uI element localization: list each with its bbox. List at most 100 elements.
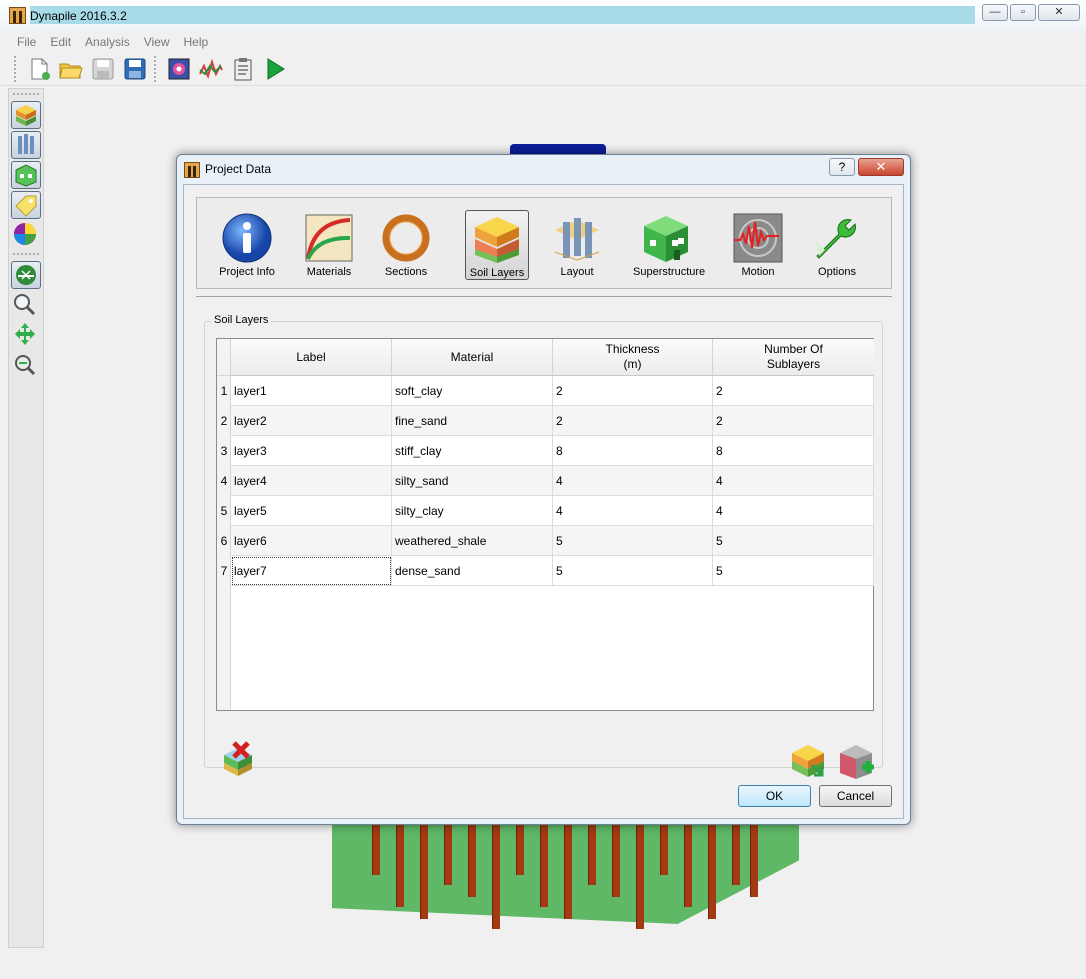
pile [444,825,452,885]
nav-label: Layout [560,266,594,278]
cell-material[interactable]: silty_sand [392,466,553,496]
nav-project-info[interactable]: Project Info [215,210,279,280]
results-plot-icon[interactable] [198,56,224,82]
project-data-dialog: Project Data ? ✕ Project Info Materials … [176,154,911,825]
nav-soil-layers[interactable]: Soil Layers [465,210,529,280]
close-dialog-button[interactable]: ✕ [858,158,904,176]
column-header-material[interactable]: Material [392,339,553,376]
menu-file[interactable]: File [10,32,43,52]
nav-options[interactable]: Options [805,210,869,280]
close-window-button[interactable]: ✕ [1038,4,1080,21]
help-button[interactable]: ? [829,158,855,176]
labels-view-button[interactable] [11,191,41,219]
cell-label[interactable]: layer5 [231,496,392,526]
header-line: Sublayers [766,357,821,371]
row-number[interactable]: 1 [217,376,231,406]
zoom-fit-button[interactable] [11,351,41,379]
color-wheel-button[interactable] [11,221,41,249]
cell-thickness[interactable]: 8 [553,436,713,466]
cell-sublayers[interactable]: 2 [713,406,874,436]
nav-superstructure[interactable]: Superstructure [633,210,705,280]
project-settings-icon[interactable] [166,56,192,82]
cell-material[interactable]: soft_clay [392,376,553,406]
minimize-button[interactable]: — [982,4,1008,21]
main-toolbar [0,52,1086,86]
color-wheel-icon [14,223,36,245]
cell-sublayers[interactable]: 2 [713,376,874,406]
menu-help[interactable]: Help [177,32,216,52]
new-file-icon[interactable] [26,56,52,82]
column-header-sublayers[interactable]: Number Of Sublayers [713,339,874,376]
open-folder-icon[interactable] [58,56,84,82]
column-header-label[interactable]: Label [231,339,392,376]
cell-sublayers[interactable]: 4 [713,496,874,526]
cell-label[interactable]: layer4 [231,466,392,496]
pile [420,825,428,919]
run-analysis-icon[interactable] [262,56,288,82]
move-arrows-icon [15,323,35,345]
column-header-thickness[interactable]: Thickness (m) [553,339,713,376]
save-as-icon[interactable] [122,56,148,82]
cell-material[interactable]: fine_sand [392,406,553,436]
pile [684,825,692,907]
soil-view-button[interactable] [11,101,41,129]
cell-thickness[interactable]: 5 [553,556,713,586]
pile [708,825,716,919]
cell-sublayers[interactable]: 5 [713,526,874,556]
cell-label[interactable]: layer7 [231,556,392,586]
cell-material[interactable]: stiff_clay [392,436,553,466]
pan-button[interactable] [11,321,41,349]
row-number[interactable]: 4 [217,466,231,496]
nav-label: Materials [306,266,352,278]
report-clipboard-icon[interactable] [230,56,256,82]
cell-thickness[interactable]: 2 [553,376,713,406]
cell-thickness[interactable]: 4 [553,496,713,526]
nav-materials[interactable]: Materials [297,210,361,280]
pile [732,825,740,885]
cell-sublayers[interactable]: 4 [713,466,874,496]
menu-analysis[interactable]: Analysis [78,32,137,52]
row-number[interactable]: 5 [217,496,231,526]
sidebar-grip [13,93,39,97]
import-layer-button[interactable] [790,741,828,779]
piles-view-button[interactable] [11,131,41,159]
cancel-button[interactable]: Cancel [819,785,892,807]
cell-label[interactable]: layer1 [231,376,392,406]
cell-material[interactable]: dense_sand [392,556,553,586]
cell-material[interactable]: weathered_shale [392,526,553,556]
row-number[interactable]: 7 [217,556,231,586]
cell-sublayers[interactable]: 5 [713,556,874,586]
nav-sections[interactable]: Sections [374,210,438,280]
delete-layer-button[interactable] [220,739,258,777]
zoom-button[interactable] [11,291,41,319]
save-icon[interactable] [90,56,116,82]
cell-label[interactable]: layer6 [231,526,392,556]
table-corner[interactable] [217,339,231,376]
add-layer-button[interactable] [838,741,876,779]
toolbar-grip [14,55,18,82]
dialog-body: Project Info Materials Sections Soil Lay… [183,184,904,819]
menu-bar: File Edit Analysis View Help [0,32,1086,52]
pile [612,825,620,897]
menu-edit[interactable]: Edit [43,32,78,52]
row-number[interactable]: 2 [217,406,231,436]
group-title: Soil Layers [211,314,272,326]
row-number[interactable]: 3 [217,436,231,466]
tag-icon [15,195,37,217]
cell-thickness[interactable]: 2 [553,406,713,436]
cell-label[interactable]: layer3 [231,436,392,466]
axes-view-button[interactable] [11,261,41,289]
cell-thickness[interactable]: 4 [553,466,713,496]
structure-view-button[interactable] [11,161,41,189]
nav-layout[interactable]: Layout [545,210,609,280]
cell-sublayers[interactable]: 8 [713,436,874,466]
cell-thickness[interactable]: 5 [553,526,713,556]
window-title: Dynapile 2016.3.2 [30,9,127,23]
maximize-button[interactable]: ▫ [1010,4,1036,21]
cell-label[interactable]: layer2 [231,406,392,436]
menu-view[interactable]: View [137,32,177,52]
cell-material[interactable]: silty_clay [392,496,553,526]
ok-button[interactable]: OK [738,785,811,807]
nav-motion[interactable]: Motion [726,210,790,280]
row-number[interactable]: 6 [217,526,231,556]
